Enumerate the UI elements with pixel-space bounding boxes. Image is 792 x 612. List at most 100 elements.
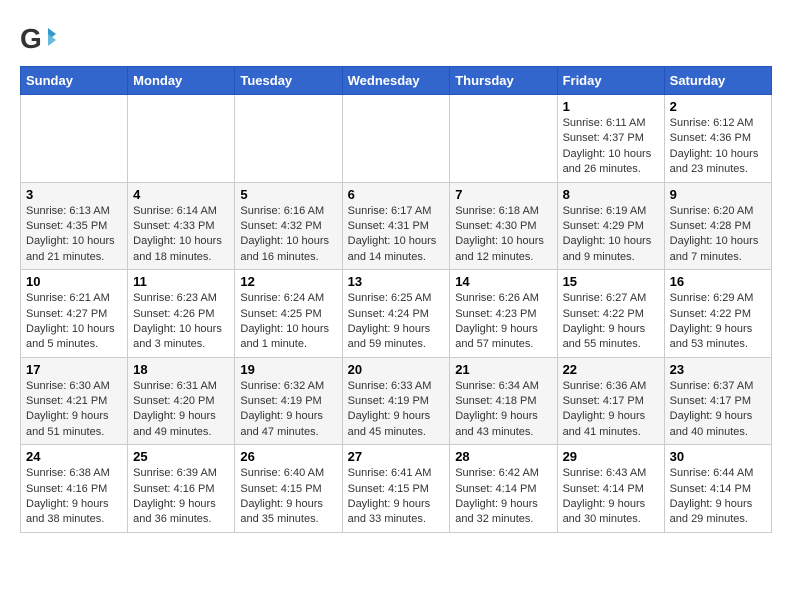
calendar-cell: 6 Sunrise: 6:17 AM Sunset: 4:31 PM Daylig… (342, 182, 450, 270)
day-number: 12 (240, 274, 336, 289)
day-info: Sunrise: 6:36 AM Sunset: 4:17 PM Dayligh… (563, 379, 659, 441)
day-number: 15 (563, 274, 659, 289)
day-info: Sunrise: 6:44 AM Sunset: 4:14 PM Dayligh… (670, 466, 766, 528)
day-number: 23 (670, 362, 766, 377)
calendar-header-thursday: Thursday (450, 67, 557, 95)
day-number: 20 (348, 362, 445, 377)
day-number: 26 (240, 449, 336, 464)
calendar-body: 1 Sunrise: 6:11 AM Sunset: 4:37 PM Daylig… (21, 95, 772, 533)
day-number: 1 (563, 99, 659, 114)
day-info: Sunrise: 6:13 AM Sunset: 4:35 PM Dayligh… (26, 204, 122, 266)
day-number: 22 (563, 362, 659, 377)
day-info: Sunrise: 6:29 AM Sunset: 4:22 PM Dayligh… (670, 291, 766, 353)
day-info: Sunrise: 6:14 AM Sunset: 4:33 PM Dayligh… (133, 204, 229, 266)
logo: G (20, 20, 60, 56)
calendar-week-5: 24 Sunrise: 6:38 AM Sunset: 4:16 PM Dayli… (21, 445, 772, 533)
calendar-cell: 27 Sunrise: 6:41 AM Sunset: 4:15 PM Dayli… (342, 445, 450, 533)
calendar-cell: 13 Sunrise: 6:25 AM Sunset: 4:24 PM Dayli… (342, 270, 450, 358)
day-info: Sunrise: 6:27 AM Sunset: 4:22 PM Dayligh… (563, 291, 659, 353)
day-number: 18 (133, 362, 229, 377)
calendar-cell (128, 95, 235, 183)
day-info: Sunrise: 6:24 AM Sunset: 4:25 PM Dayligh… (240, 291, 336, 353)
calendar-cell: 14Sunrise: 6:26 AM Sunset: 4:23 PM Dayli… (450, 270, 557, 358)
day-number: 6 (348, 187, 445, 202)
day-number: 24 (26, 449, 122, 464)
day-number: 3 (26, 187, 122, 202)
calendar-cell: 1 Sunrise: 6:11 AM Sunset: 4:37 PM Daylig… (557, 95, 664, 183)
logo-icon: G (20, 20, 56, 56)
day-number: 25 (133, 449, 229, 464)
day-info: Sunrise: 6:19 AM Sunset: 4:29 PM Dayligh… (563, 204, 659, 266)
calendar-cell (450, 95, 557, 183)
day-info: Sunrise: 6:40 AM Sunset: 4:15 PM Dayligh… (240, 466, 336, 528)
calendar-cell: 21Sunrise: 6:34 AM Sunset: 4:18 PM Dayli… (450, 357, 557, 445)
calendar-cell: 23 Sunrise: 6:37 AM Sunset: 4:17 PM Dayli… (664, 357, 771, 445)
calendar-table: SundayMondayTuesdayWednesdayThursdayFrid… (20, 66, 772, 533)
day-info: Sunrise: 6:43 AM Sunset: 4:14 PM Dayligh… (563, 466, 659, 528)
day-number: 19 (240, 362, 336, 377)
calendar-header-friday: Friday (557, 67, 664, 95)
day-number: 7 (455, 187, 551, 202)
day-info: Sunrise: 6:41 AM Sunset: 4:15 PM Dayligh… (348, 466, 445, 528)
calendar-cell: 9 Sunrise: 6:20 AM Sunset: 4:28 PM Daylig… (664, 182, 771, 270)
calendar-cell: 8 Sunrise: 6:19 AM Sunset: 4:29 PM Daylig… (557, 182, 664, 270)
calendar-cell: 12 Sunrise: 6:24 AM Sunset: 4:25 PM Dayli… (235, 270, 342, 358)
day-number: 9 (670, 187, 766, 202)
calendar-cell: 26 Sunrise: 6:40 AM Sunset: 4:15 PM Dayli… (235, 445, 342, 533)
calendar-cell: 2 Sunrise: 6:12 AM Sunset: 4:36 PM Daylig… (664, 95, 771, 183)
day-number: 29 (563, 449, 659, 464)
calendar-week-4: 17Sunrise: 6:30 AM Sunset: 4:21 PM Dayli… (21, 357, 772, 445)
day-number: 13 (348, 274, 445, 289)
day-info: Sunrise: 6:11 AM Sunset: 4:37 PM Dayligh… (563, 116, 659, 178)
calendar-cell: 17Sunrise: 6:30 AM Sunset: 4:21 PM Dayli… (21, 357, 128, 445)
calendar-cell: 7 Sunrise: 6:18 AM Sunset: 4:30 PM Daylig… (450, 182, 557, 270)
calendar-cell: 22 Sunrise: 6:36 AM Sunset: 4:17 PM Dayli… (557, 357, 664, 445)
calendar-cell: 20 Sunrise: 6:33 AM Sunset: 4:19 PM Dayli… (342, 357, 450, 445)
calendar-header-wednesday: Wednesday (342, 67, 450, 95)
day-info: Sunrise: 6:16 AM Sunset: 4:32 PM Dayligh… (240, 204, 336, 266)
day-number: 8 (563, 187, 659, 202)
day-info: Sunrise: 6:25 AM Sunset: 4:24 PM Dayligh… (348, 291, 445, 353)
day-number: 14 (455, 274, 551, 289)
day-info: Sunrise: 6:23 AM Sunset: 4:26 PM Dayligh… (133, 291, 229, 353)
calendar-week-3: 10 Sunrise: 6:21 AM Sunset: 4:27 PM Dayli… (21, 270, 772, 358)
day-number: 21 (455, 362, 551, 377)
calendar-week-2: 3 Sunrise: 6:13 AM Sunset: 4:35 PM Daylig… (21, 182, 772, 270)
day-info: Sunrise: 6:21 AM Sunset: 4:27 PM Dayligh… (26, 291, 122, 353)
day-info: Sunrise: 6:17 AM Sunset: 4:31 PM Dayligh… (348, 204, 445, 266)
day-number: 27 (348, 449, 445, 464)
day-info: Sunrise: 6:32 AM Sunset: 4:19 PM Dayligh… (240, 379, 336, 441)
day-info: Sunrise: 6:42 AM Sunset: 4:14 PM Dayligh… (455, 466, 551, 528)
calendar-cell: 15 Sunrise: 6:27 AM Sunset: 4:22 PM Dayli… (557, 270, 664, 358)
calendar-cell: 19 Sunrise: 6:32 AM Sunset: 4:19 PM Dayli… (235, 357, 342, 445)
calendar-header-monday: Monday (128, 67, 235, 95)
day-number: 4 (133, 187, 229, 202)
calendar-cell (21, 95, 128, 183)
calendar-header-saturday: Saturday (664, 67, 771, 95)
day-number: 10 (26, 274, 122, 289)
calendar-cell: 24 Sunrise: 6:38 AM Sunset: 4:16 PM Dayli… (21, 445, 128, 533)
day-info: Sunrise: 6:39 AM Sunset: 4:16 PM Dayligh… (133, 466, 229, 528)
svg-text:G: G (20, 23, 42, 54)
day-number: 11 (133, 274, 229, 289)
day-info: Sunrise: 6:18 AM Sunset: 4:30 PM Dayligh… (455, 204, 551, 266)
day-info: Sunrise: 6:31 AM Sunset: 4:20 PM Dayligh… (133, 379, 229, 441)
calendar-cell: 28 Sunrise: 6:42 AM Sunset: 4:14 PM Dayli… (450, 445, 557, 533)
calendar-cell: 4 Sunrise: 6:14 AM Sunset: 4:33 PM Daylig… (128, 182, 235, 270)
calendar-cell: 29 Sunrise: 6:43 AM Sunset: 4:14 PM Dayli… (557, 445, 664, 533)
calendar-cell: 10 Sunrise: 6:21 AM Sunset: 4:27 PM Dayli… (21, 270, 128, 358)
day-info: Sunrise: 6:20 AM Sunset: 4:28 PM Dayligh… (670, 204, 766, 266)
calendar-header-tuesday: Tuesday (235, 67, 342, 95)
day-info: Sunrise: 6:33 AM Sunset: 4:19 PM Dayligh… (348, 379, 445, 441)
day-number: 28 (455, 449, 551, 464)
day-number: 30 (670, 449, 766, 464)
calendar-header-row: SundayMondayTuesdayWednesdayThursdayFrid… (21, 67, 772, 95)
calendar-cell: 5Sunrise: 6:16 AM Sunset: 4:32 PM Daylig… (235, 182, 342, 270)
day-info: Sunrise: 6:12 AM Sunset: 4:36 PM Dayligh… (670, 116, 766, 178)
day-info: Sunrise: 6:37 AM Sunset: 4:17 PM Dayligh… (670, 379, 766, 441)
calendar-cell: 3 Sunrise: 6:13 AM Sunset: 4:35 PM Daylig… (21, 182, 128, 270)
day-number: 2 (670, 99, 766, 114)
day-info: Sunrise: 6:38 AM Sunset: 4:16 PM Dayligh… (26, 466, 122, 528)
calendar-header-sunday: Sunday (21, 67, 128, 95)
calendar-cell: 11 Sunrise: 6:23 AM Sunset: 4:26 PM Dayli… (128, 270, 235, 358)
